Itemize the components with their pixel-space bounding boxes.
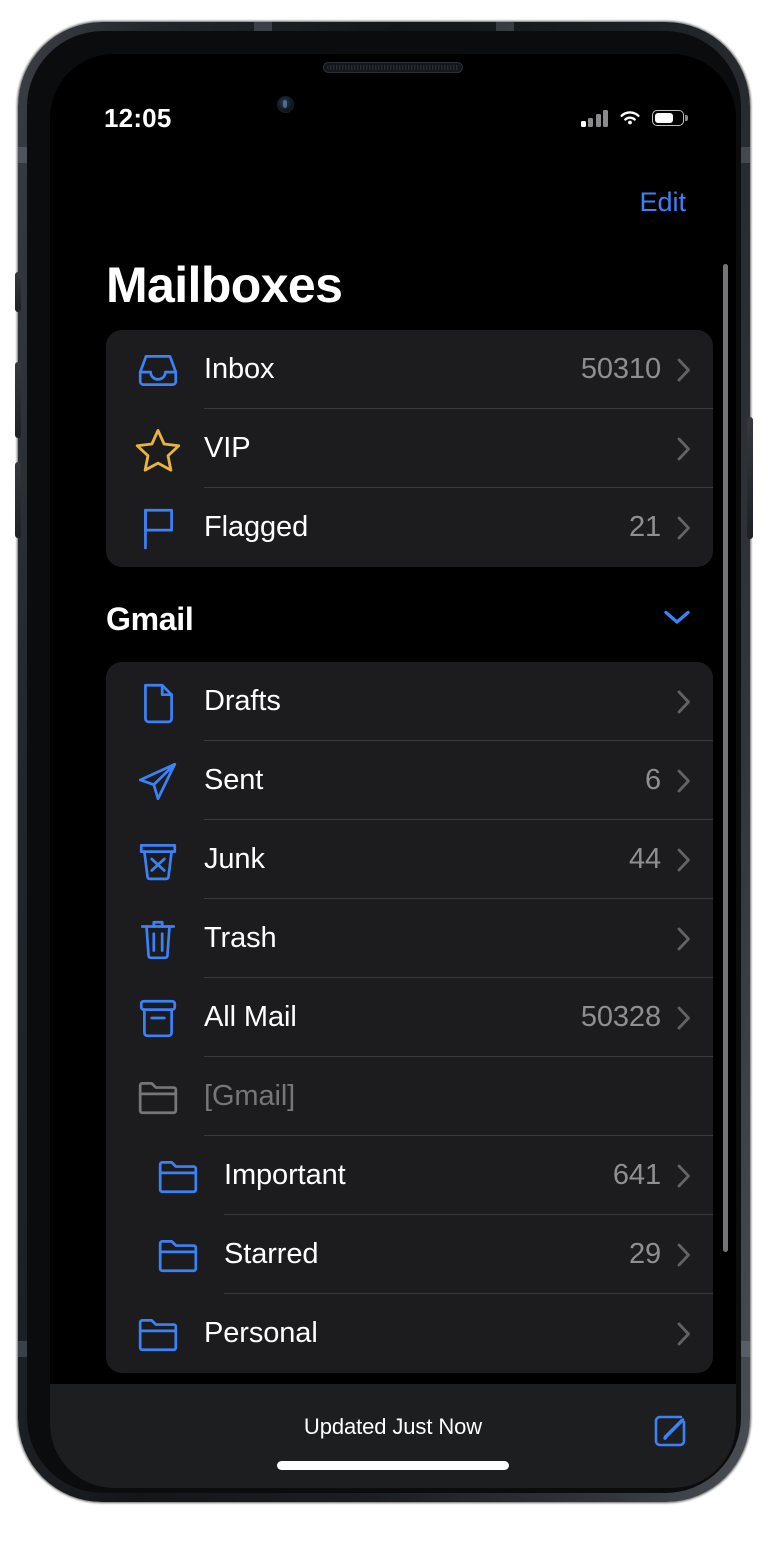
account-section-header[interactable]: Gmail <box>50 567 736 662</box>
mailbox-label: Flagged <box>204 511 309 543</box>
mailbox-label: Junk <box>204 843 265 875</box>
cellular-signal-icon <box>580 109 608 127</box>
chevron-right-icon <box>677 1243 690 1266</box>
update-status-text: Updated Just Now <box>303 1414 483 1439</box>
unread-count: 29 <box>628 1238 661 1270</box>
mute-switch[interactable] <box>15 272 21 312</box>
chevron-right-icon <box>677 1322 690 1345</box>
inbox-tray-icon <box>132 347 184 393</box>
phone-screen: 12:05 Edit Mailboxes Inbox 50310 VIP Fla… <box>50 54 736 1488</box>
phone-device-frame: 12:05 Edit Mailboxes Inbox 50310 VIP Fla… <box>15 22 753 1502</box>
screenshot-root: 12:05 Edit Mailboxes Inbox 50310 VIP Fla… <box>0 0 768 1548</box>
mailbox-label: VIP <box>204 432 251 464</box>
battery-icon <box>652 110 688 126</box>
mailbox-row-important[interactable]: Important 641 <box>106 1136 713 1215</box>
folder-icon <box>132 1311 184 1357</box>
status-bar-indicators <box>580 109 688 127</box>
page-title: Mailboxes <box>106 257 343 313</box>
status-bar-time: 12:05 <box>104 102 172 133</box>
chevron-right-icon <box>677 516 690 539</box>
mailbox-label: Sent <box>204 764 264 796</box>
paper-plane-icon <box>132 758 184 804</box>
mailbox-row-trash[interactable]: Trash <box>106 899 713 978</box>
edit-button[interactable]: Edit <box>637 183 688 222</box>
compose-button[interactable] <box>648 1408 692 1452</box>
mailbox-row-junk[interactable]: Junk 44 <box>106 820 713 899</box>
chevron-right-icon <box>677 769 690 792</box>
mailbox-label: All Mail <box>204 1001 297 1033</box>
unread-count: 21 <box>628 511 661 543</box>
mailbox-row-inbox[interactable]: Inbox 50310 <box>106 330 713 409</box>
mailbox-row-vip[interactable]: VIP <box>106 409 713 488</box>
folder-icon <box>152 1153 204 1199</box>
mailbox-row-drafts[interactable]: Drafts <box>106 662 713 741</box>
volume-down-button[interactable] <box>15 462 21 538</box>
chevron-right-icon <box>677 1006 690 1029</box>
mailbox-row-starred[interactable]: Starred 29 <box>106 1215 713 1294</box>
mailbox-label: [Gmail] <box>204 1080 296 1112</box>
mailbox-label: Trash <box>204 922 277 954</box>
chevron-right-icon <box>677 1164 690 1187</box>
volume-up-button[interactable] <box>15 362 21 438</box>
wifi-icon <box>618 109 642 127</box>
scroll-indicator[interactable] <box>723 264 728 1252</box>
chevron-right-icon <box>677 690 690 713</box>
mailbox-scroll-area[interactable]: Mailboxes Inbox 50310 VIP Flagged 21 Gmail D… <box>50 230 736 1384</box>
folder-icon <box>132 1074 184 1120</box>
flag-icon <box>132 505 184 551</box>
earpiece-speaker <box>323 62 463 73</box>
trash-icon <box>132 916 184 962</box>
archive-box-icon <box>132 995 184 1041</box>
mailbox-row-gmail: [Gmail] <box>106 1057 713 1136</box>
antenna-band <box>254 22 272 31</box>
device-inner-bezel: 12:05 Edit Mailboxes Inbox 50310 VIP Fla… <box>27 31 741 1493</box>
unread-count: 50328 <box>580 1001 661 1033</box>
home-indicator[interactable] <box>277 1461 509 1470</box>
junk-bin-icon <box>132 837 184 883</box>
unread-count: 44 <box>628 843 661 875</box>
chevron-down-icon[interactable] <box>664 609 690 630</box>
account-section-title: Gmail <box>106 601 194 637</box>
battery-fill <box>654 112 674 124</box>
antenna-band <box>496 22 514 31</box>
unread-count: 50310 <box>580 353 661 385</box>
chevron-right-icon <box>677 358 690 381</box>
status-bar: 12:05 <box>50 96 736 140</box>
favorites-mailbox-card: Inbox 50310 VIP Flagged 21 <box>106 330 713 567</box>
chevron-right-icon <box>677 437 690 460</box>
document-icon <box>132 679 184 725</box>
mailbox-label: Important <box>224 1159 346 1191</box>
mailbox-row-personal[interactable]: Personal <box>106 1294 713 1373</box>
mailbox-row-sent[interactable]: Sent 6 <box>106 741 713 820</box>
folder-icon <box>152 1232 204 1278</box>
power-button[interactable] <box>747 417 753 539</box>
unread-count: 641 <box>612 1159 661 1191</box>
compose-icon <box>654 1415 686 1447</box>
navigation-bar: Edit <box>50 174 736 230</box>
account-mailbox-card: Drafts Sent 6 Junk 44 Trash All Mail 50328 [Gmai… <box>106 662 713 1373</box>
mailbox-label: Inbox <box>204 353 275 385</box>
chevron-right-icon <box>677 848 690 871</box>
mailbox-row-flagged[interactable]: Flagged 21 <box>106 488 713 567</box>
chevron-right-icon <box>677 927 690 950</box>
mailbox-label: Drafts <box>204 685 281 717</box>
mailbox-label: Starred <box>224 1238 319 1270</box>
battery-tip <box>684 115 688 121</box>
bottom-toolbar: Updated Just Now <box>50 1384 736 1488</box>
mailbox-row-all-mail[interactable]: All Mail 50328 <box>106 978 713 1057</box>
mailbox-label: Personal <box>204 1317 318 1349</box>
star-icon <box>132 426 184 472</box>
unread-count: 6 <box>644 764 661 796</box>
